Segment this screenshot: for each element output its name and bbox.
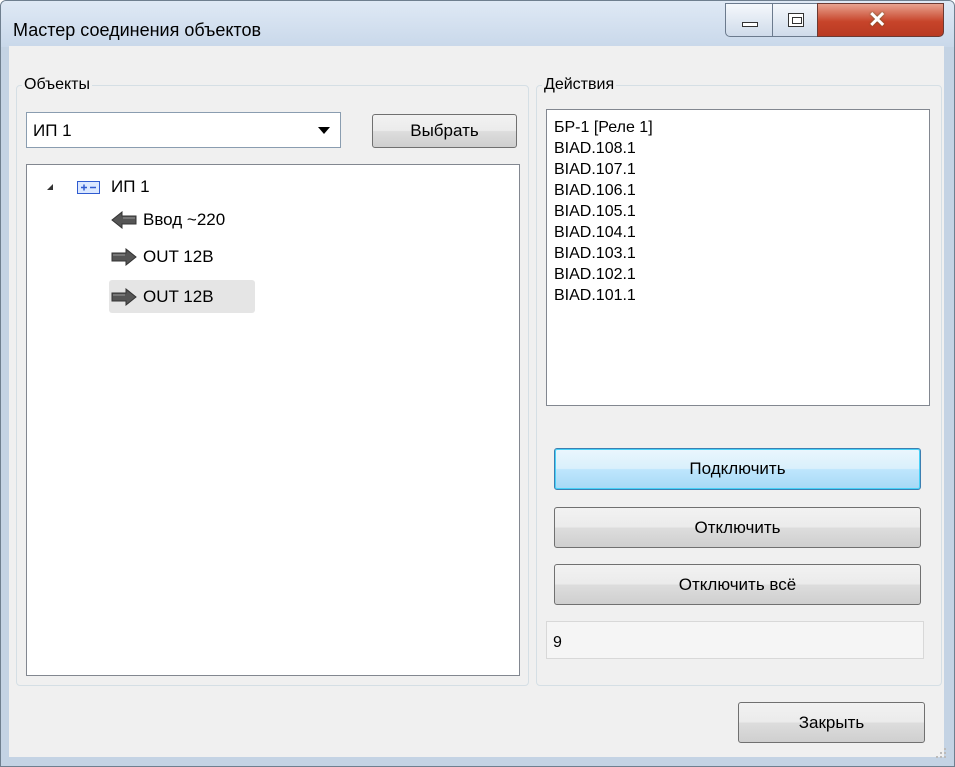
arrow-right-icon: [111, 248, 137, 266]
close-button-label: Закрыть: [798, 713, 865, 732]
connect-button-label: Подключить: [689, 459, 786, 478]
tree-node-label: OUT 12B: [143, 287, 214, 306]
minimize-button[interactable]: [725, 3, 773, 37]
select-button[interactable]: Выбрать: [372, 114, 517, 148]
list-item[interactable]: BIAD.106.1: [554, 180, 929, 201]
tree-node-input[interactable]: Ввод ~220: [111, 205, 271, 235]
collapse-triangle-icon[interactable]: [47, 184, 53, 190]
object-combobox-value: ИП 1: [33, 121, 72, 140]
arrow-left-icon: [111, 211, 137, 229]
disconnect-all-button-label: Отключить всё: [678, 575, 797, 594]
tree-node-label: ИП 1: [111, 177, 150, 196]
device-icon: [77, 181, 100, 194]
maximize-icon: [788, 13, 804, 27]
disconnect-all-button[interactable]: Отключить всё: [554, 564, 921, 605]
actions-listbox[interactable]: БР-1 [Реле 1] BIAD.108.1 BIAD.107.1 BIAD…: [546, 109, 930, 406]
close-icon: ✕: [868, 7, 887, 32]
maximize-button[interactable]: [772, 3, 818, 37]
objects-tree[interactable]: ИП 1 Ввод ~220 OUT 12B OUT 12B: [26, 164, 520, 676]
close-button[interactable]: Закрыть: [738, 702, 925, 743]
minimize-icon: [742, 22, 758, 27]
arrow-right-icon: [111, 288, 137, 306]
count-field: 9: [546, 621, 924, 659]
list-item[interactable]: BIAD.108.1: [554, 138, 929, 159]
list-item[interactable]: BIAD.101.1: [554, 285, 929, 306]
list-item[interactable]: БР-1 [Реле 1]: [554, 117, 929, 138]
tree-node-root[interactable]: ИП 1: [27, 172, 517, 202]
list-item[interactable]: BIAD.102.1: [554, 264, 929, 285]
tree-node-label: Ввод ~220: [143, 210, 226, 229]
window-title: Мастер соединения объектов: [13, 20, 262, 40]
tree-node-label: OUT 12B: [143, 247, 214, 266]
chevron-down-icon[interactable]: [318, 127, 330, 134]
close-window-button[interactable]: ✕: [817, 3, 944, 37]
actions-group-label: Действия: [542, 76, 617, 94]
list-item[interactable]: BIAD.107.1: [554, 159, 929, 180]
tree-node-output[interactable]: OUT 12B: [111, 242, 271, 272]
disconnect-button-label: Отключить: [694, 518, 781, 537]
disconnect-button[interactable]: Отключить: [554, 507, 921, 548]
objects-group-label: Объекты: [22, 76, 92, 94]
connect-button[interactable]: Подключить: [554, 448, 921, 490]
list-item[interactable]: BIAD.104.1: [554, 222, 929, 243]
list-item[interactable]: BIAD.105.1: [554, 201, 929, 222]
list-item[interactable]: BIAD.103.1: [554, 243, 929, 264]
select-button-label: Выбрать: [410, 121, 479, 140]
tree-node-output-selected[interactable]: OUT 12B: [109, 280, 255, 313]
resize-grip-icon[interactable]: [936, 748, 948, 760]
object-combobox[interactable]: ИП 1: [26, 112, 341, 148]
title-bar[interactable]: Мастер соединения объектов ✕: [1, 1, 954, 47]
